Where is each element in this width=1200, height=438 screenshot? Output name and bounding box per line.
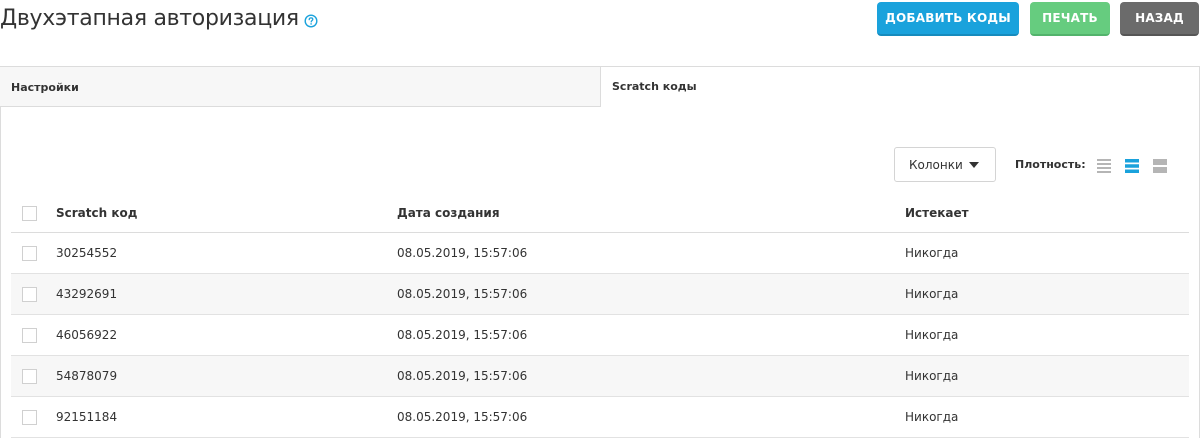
column-header-expires[interactable]: Истекает (905, 206, 969, 220)
cell-created: 08.05.2019, 15:57:06 (397, 410, 528, 424)
tab-scratch-codes-label: Scratch коды (612, 80, 697, 93)
density-comfortable-icon[interactable] (1152, 158, 1168, 174)
cell-code: 54878079 (56, 369, 118, 383)
cell-code: 43292691 (56, 287, 118, 301)
caret-down-icon (969, 162, 979, 168)
table-row[interactable]: 54878079 08.05.2019, 15:57:06 Никогда (11, 356, 1189, 397)
cell-expires: Никогда (905, 369, 959, 383)
print-button[interactable]: ПЕЧАТЬ (1030, 2, 1110, 36)
row-checkbox[interactable] (22, 369, 37, 384)
question-circle-icon[interactable] (304, 14, 318, 28)
table-row[interactable]: 92151184 08.05.2019, 15:57:06 Никогда (11, 397, 1189, 438)
row-checkbox[interactable] (22, 328, 37, 343)
select-all-checkbox[interactable] (22, 206, 37, 221)
back-button[interactable]: НАЗАД (1120, 2, 1199, 36)
table-row[interactable]: 43292691 08.05.2019, 15:57:06 Никогда (11, 274, 1189, 315)
row-checkbox[interactable] (22, 287, 37, 302)
table-row[interactable]: 30254552 08.05.2019, 15:57:06 Никогда (11, 233, 1189, 274)
cell-created: 08.05.2019, 15:57:06 (397, 287, 528, 301)
cell-created: 08.05.2019, 15:57:06 (397, 328, 528, 342)
columns-dropdown-button[interactable]: Колонки (894, 147, 996, 182)
table-row[interactable]: 46056922 08.05.2019, 15:57:06 Никогда (11, 315, 1189, 356)
cell-expires: Никогда (905, 287, 959, 301)
page-title: Двухэтапная авторизация (0, 6, 299, 31)
tab-scratch-codes[interactable]: Scratch коды (601, 66, 1200, 107)
cell-created: 08.05.2019, 15:57:06 (397, 369, 528, 383)
column-header-created[interactable]: Дата создания (397, 206, 500, 220)
column-header-code[interactable]: Scratch код (56, 206, 137, 220)
scratch-codes-table: Scratch код Дата создания Истекает 30254… (11, 193, 1189, 438)
cell-expires: Никогда (905, 410, 959, 424)
density-normal-icon[interactable] (1124, 158, 1140, 174)
page-header: Двухэтапная авторизация ДОБАВИТЬ КОДЫ ПЕ… (0, 0, 1200, 66)
tab-bar: Настройки Scratch коды (0, 66, 1200, 107)
density-compact-icon[interactable] (1096, 158, 1112, 174)
density-label: Плотность: (1015, 158, 1086, 171)
add-codes-button[interactable]: ДОБАВИТЬ КОДЫ (877, 2, 1019, 36)
panel-border-left (0, 107, 1, 438)
cell-code: 46056922 (56, 328, 118, 342)
columns-label: Колонки (909, 158, 963, 172)
table-header-row: Scratch код Дата создания Истекает (11, 193, 1189, 233)
tab-settings[interactable]: Настройки (0, 66, 601, 107)
row-checkbox[interactable] (22, 246, 37, 261)
row-checkbox[interactable] (22, 410, 37, 425)
tab-settings-label: Настройки (11, 81, 79, 94)
cell-expires: Никогда (905, 246, 959, 260)
cell-code: 30254552 (56, 246, 118, 260)
cell-code: 92151184 (56, 410, 118, 424)
cell-created: 08.05.2019, 15:57:06 (397, 246, 528, 260)
cell-expires: Никогда (905, 328, 959, 342)
